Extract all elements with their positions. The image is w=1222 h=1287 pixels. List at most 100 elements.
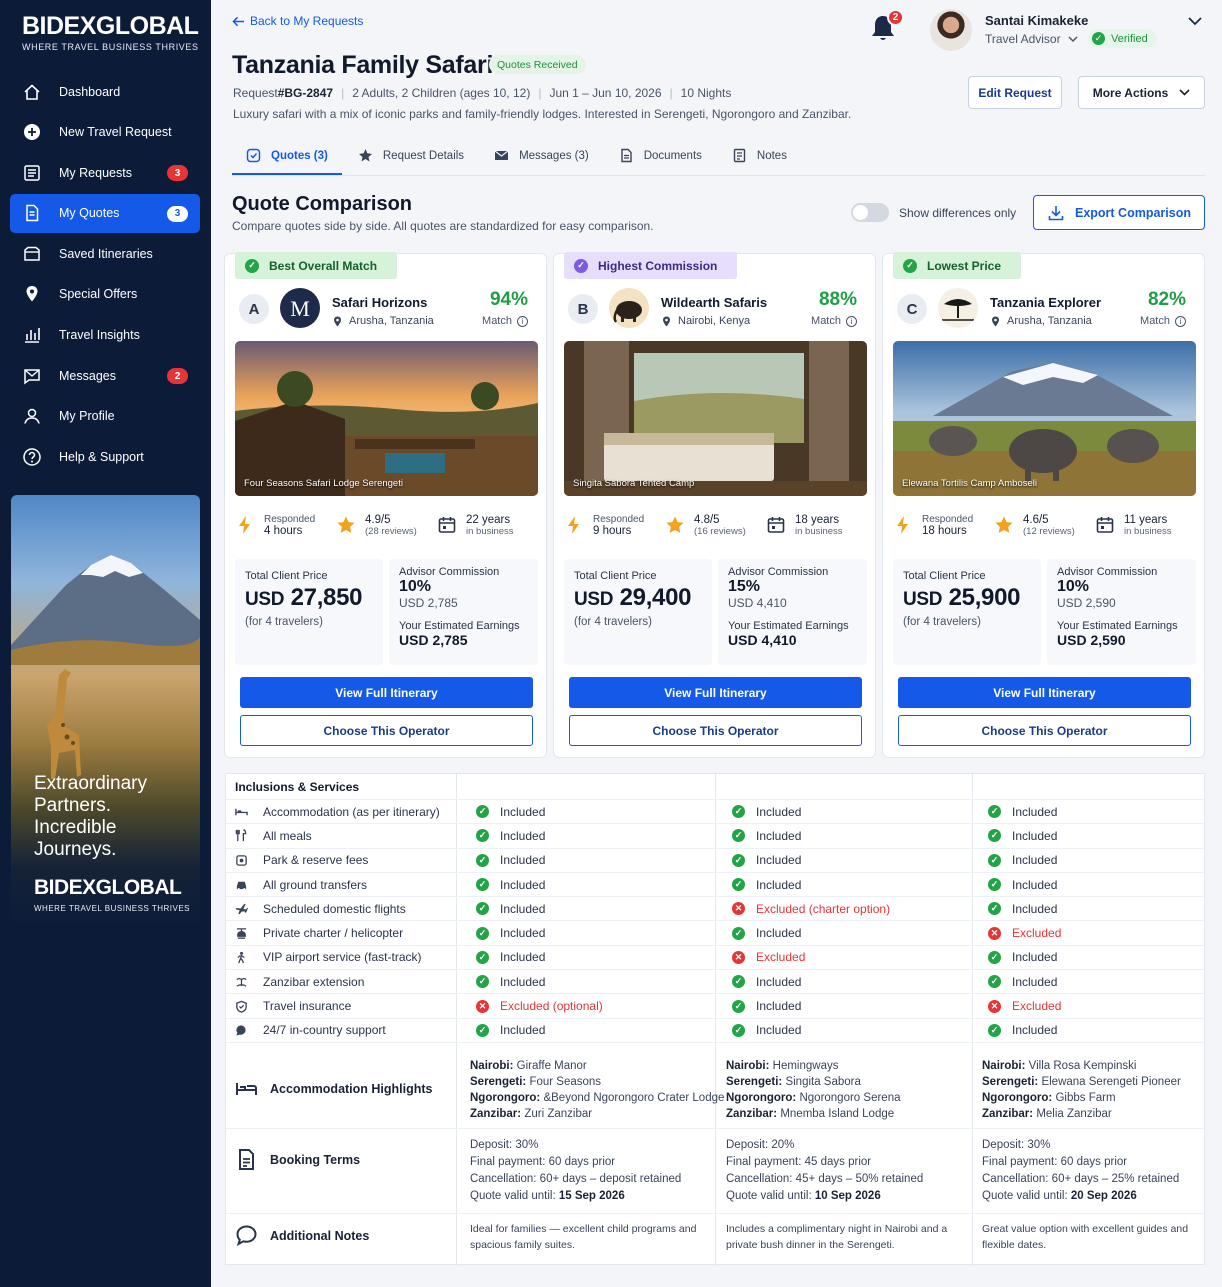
more-actions-button[interactable]: More Actions <box>1078 76 1205 109</box>
feature-name: Accommodation (as per itinerary) <box>235 800 440 823</box>
sidebar-item-dashboard[interactable]: Dashboard <box>10 72 200 111</box>
fasttrack-icon <box>237 951 245 964</box>
brand-logo[interactable]: BIDEXGLOBAL WHERE TRAVEL BUSINESS THRIVE… <box>22 12 199 52</box>
valid-date: 15 Sep 2026 <box>558 1190 625 1202</box>
brand-tagline: WHERE TRAVEL BUSINESS THRIVES <box>22 42 199 52</box>
tab-quotes-3[interactable]: Quotes (3) <box>232 137 342 176</box>
check-icon: ✓ <box>988 902 1001 916</box>
tab-documents[interactable]: Documents <box>605 137 716 174</box>
separator: | <box>669 86 673 100</box>
feature-label: All ground transfers <box>263 877 368 892</box>
feature-name: VIP airport service (fast-track) <box>235 946 421 969</box>
sidebar-item-new-travel-request[interactable]: New Travel Request <box>10 113 200 152</box>
lodge-photo[interactable]: Elewana Tortilis Camp Amboseli <box>893 341 1196 496</box>
promo-headline-line: Partners. <box>34 795 112 816</box>
location-pin-icon <box>334 316 341 326</box>
operator-name[interactable]: Tanzania Explorer <box>990 295 1101 310</box>
differences-toggle[interactable] <box>851 203 889 222</box>
lodge-photo[interactable]: Four Seasons Safari Lodge Serengeti <box>235 341 538 496</box>
commission-box: Advisor Commission 15% USD 4,410 Your Estim… <box>718 559 867 665</box>
edit-request-label: Edit Request <box>978 85 1052 100</box>
lodge-name: Villa Rosa Kempinski <box>1028 1060 1137 1072</box>
accommodation-line: Zanzibar: Zuri Zanzibar <box>470 1106 724 1122</box>
view-itinerary-button[interactable]: View Full Itinerary <box>240 677 533 708</box>
user-menu-chevron-icon[interactable] <box>1188 16 1202 26</box>
match-label: Match i <box>482 315 528 327</box>
choose-operator-button[interactable]: Choose This Operator <box>898 715 1191 746</box>
sidebar-item-my-quotes[interactable]: My Quotes 3 <box>10 193 200 233</box>
inclusion-status-label: Included <box>1012 950 1058 965</box>
user-name[interactable]: Santai Kimakeke <box>985 13 1088 28</box>
tab-request-details[interactable]: Request Details <box>344 137 478 174</box>
tab-notes[interactable]: Notes <box>718 137 801 174</box>
inclusion-status-label: Included <box>1012 901 1058 916</box>
mail-icon <box>494 150 509 160</box>
sidebar-item-travel-insights[interactable]: Travel Insights <box>10 316 200 355</box>
user-role[interactable]: Travel Advisor <box>985 32 1078 46</box>
back-link[interactable]: Back to My Requests <box>232 14 363 28</box>
years-value: 18 years <box>795 513 840 526</box>
feature-label: All meals <box>263 828 312 843</box>
sidebar-item-messages[interactable]: Messages 2 <box>10 356 200 395</box>
sidebar-item-my-requests[interactable]: My Requests 3 <box>10 153 200 192</box>
region-label: Ngorongoro: <box>982 1092 1053 1104</box>
notes-title-label: Additional Notes <box>270 1228 370 1243</box>
accommodation-line: Ngorongoro: Ngorongoro Serena <box>726 1090 900 1106</box>
booking-line: Cancellation: 45+ days – 50% retained <box>726 1173 924 1185</box>
choose-operator-button[interactable]: Choose This Operator <box>240 715 533 746</box>
inclusion-status-label: Included <box>1012 804 1058 819</box>
region-label: Zanzibar: <box>726 1108 778 1120</box>
x-icon: ✕ <box>988 926 1001 940</box>
table-row: Accommodation (as per itinerary) ✓ Include… <box>226 800 1206 825</box>
lodge-name: Melia Zanzibar <box>1036 1108 1112 1120</box>
accommodation-line: Nairobi: Villa Rosa Kempinski <box>982 1058 1181 1074</box>
operator-name[interactable]: Safari Horizons <box>332 295 427 310</box>
choose-operator-label: Choose This Operator <box>323 723 450 738</box>
price-value: USD 29,400 <box>574 584 702 612</box>
operator-location: Nairobi, Kenya <box>661 315 750 327</box>
user-role-label: Travel Advisor <box>985 32 1061 46</box>
inclusion-status: ✓ Included <box>476 849 545 872</box>
tab-messages-3[interactable]: Messages (3) <box>480 137 603 174</box>
operator-logo <box>938 288 978 328</box>
view-itinerary-button[interactable]: View Full Itinerary <box>898 677 1191 708</box>
info-icon[interactable]: i <box>846 315 857 327</box>
promo-banner[interactable]: Extraordinary Partners. Incredible Journeys… <box>11 495 200 928</box>
operator-name[interactable]: Wildearth Safaris <box>661 295 767 310</box>
tab-label: Documents <box>643 149 702 162</box>
export-comparison-button[interactable]: Export Comparison <box>1033 195 1205 230</box>
main-content: Back to My Requests 2 Santai Kimakeke Tr… <box>211 0 1222 1287</box>
request-dates: Jun 1 – Jun 10, 2026 <box>549 86 662 100</box>
inclusion-status-label: Included <box>1012 828 1058 843</box>
view-itinerary-button[interactable]: View Full Itinerary <box>569 677 862 708</box>
info-icon[interactable]: i <box>1175 315 1186 327</box>
plus-circle-icon <box>24 124 40 141</box>
valid-date: 20 Sep 2026 <box>1070 1190 1137 1202</box>
responded-label: Responded <box>593 513 645 525</box>
edit-request-button[interactable]: Edit Request <box>968 76 1062 109</box>
x-icon: ✕ <box>732 950 745 964</box>
info-icon[interactable]: i <box>517 315 528 327</box>
avatar[interactable] <box>930 9 972 51</box>
lodge-name: Elewana Serengeti Pioneer <box>1041 1076 1181 1088</box>
accommodation-line: Serengeti: Elewana Serengeti Pioneer <box>982 1074 1181 1090</box>
sidebar-nav: Dashboard New Travel Request My Requests 3 M… <box>10 72 200 478</box>
check-icon: ✓ <box>476 829 489 843</box>
sidebar-item-special-offers[interactable]: Special Offers <box>10 275 200 314</box>
x-icon: ✕ <box>476 999 489 1013</box>
photo-caption: Four Seasons Safari Lodge Serengeti <box>244 478 403 489</box>
choose-operator-button[interactable]: Choose This Operator <box>569 715 862 746</box>
home-icon <box>24 83 40 100</box>
match-score: 94% <box>489 289 528 310</box>
additional-note: Includes a complimentary night in Nairob… <box>726 1221 947 1253</box>
sidebar-item-my-profile[interactable]: My Profile <box>10 397 200 436</box>
check-icon: ✓ <box>476 853 489 867</box>
sidebar-item-saved-itineraries[interactable]: Saved Itineraries <box>10 234 200 273</box>
note-line: spacious family suites. <box>470 1239 576 1251</box>
contract-icon <box>239 1149 254 1170</box>
lodge-photo[interactable]: Singita Sabora Tented Camp <box>564 341 867 496</box>
chart-icon <box>25 328 40 343</box>
inclusion-status: ✓ Included <box>732 824 801 847</box>
accommodation-line: Serengeti: Singita Sabora <box>726 1074 900 1090</box>
sidebar-item-help-support[interactable]: Help & Support <box>10 437 200 476</box>
